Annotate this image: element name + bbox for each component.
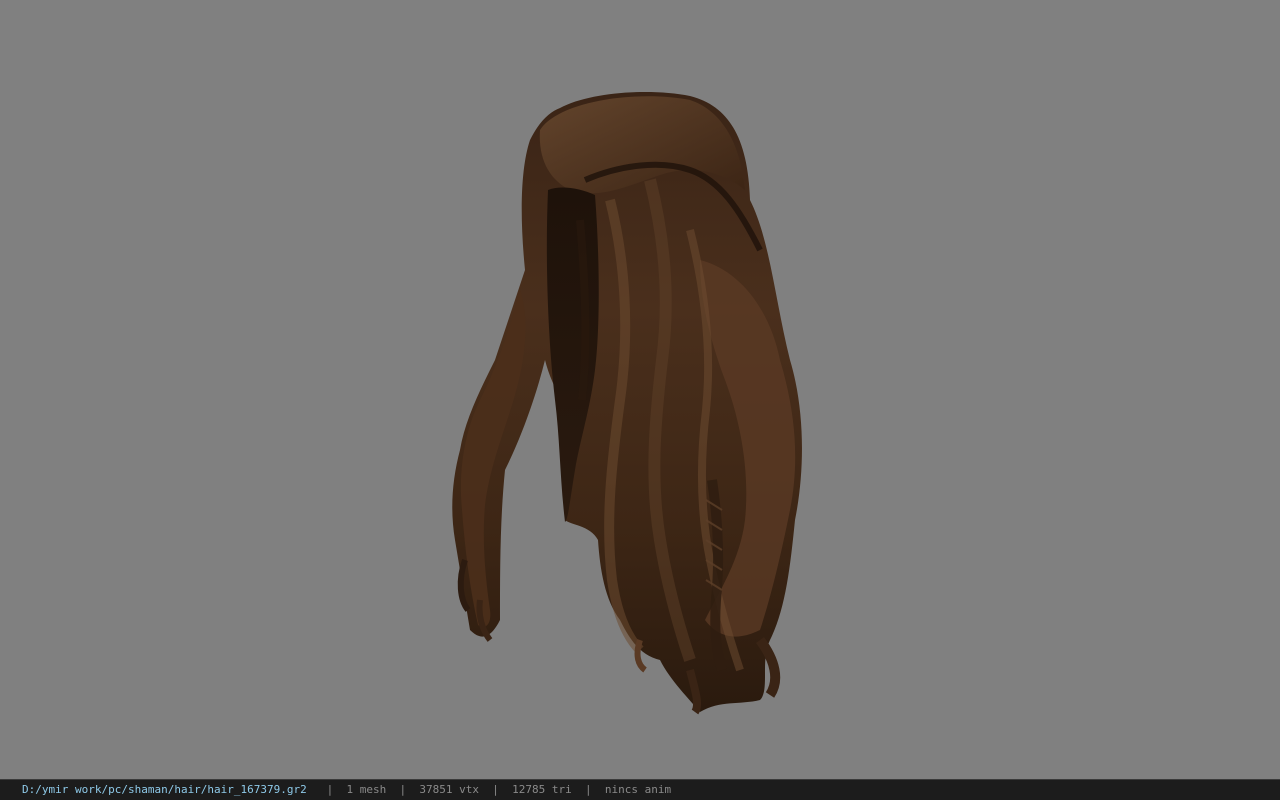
anim-status: nincs anim [604,783,672,796]
triangle-count: 12785 tri [512,783,572,796]
file-path: D:/ymir work/pc/shaman/hair/hair_167379.… [22,783,307,796]
status-bar: D:/ymir work/pc/shaman/hair/hair_167379.… [0,779,1280,800]
separator: | [399,783,407,796]
separator: | [492,783,499,796]
vertex-count: 37851 vtx [419,783,480,796]
mesh-count: 1 mesh [346,783,387,796]
3d-viewport[interactable] [0,0,1280,779]
separator: | [585,783,592,796]
separator: | [326,783,334,796]
hair-model [452,92,802,715]
